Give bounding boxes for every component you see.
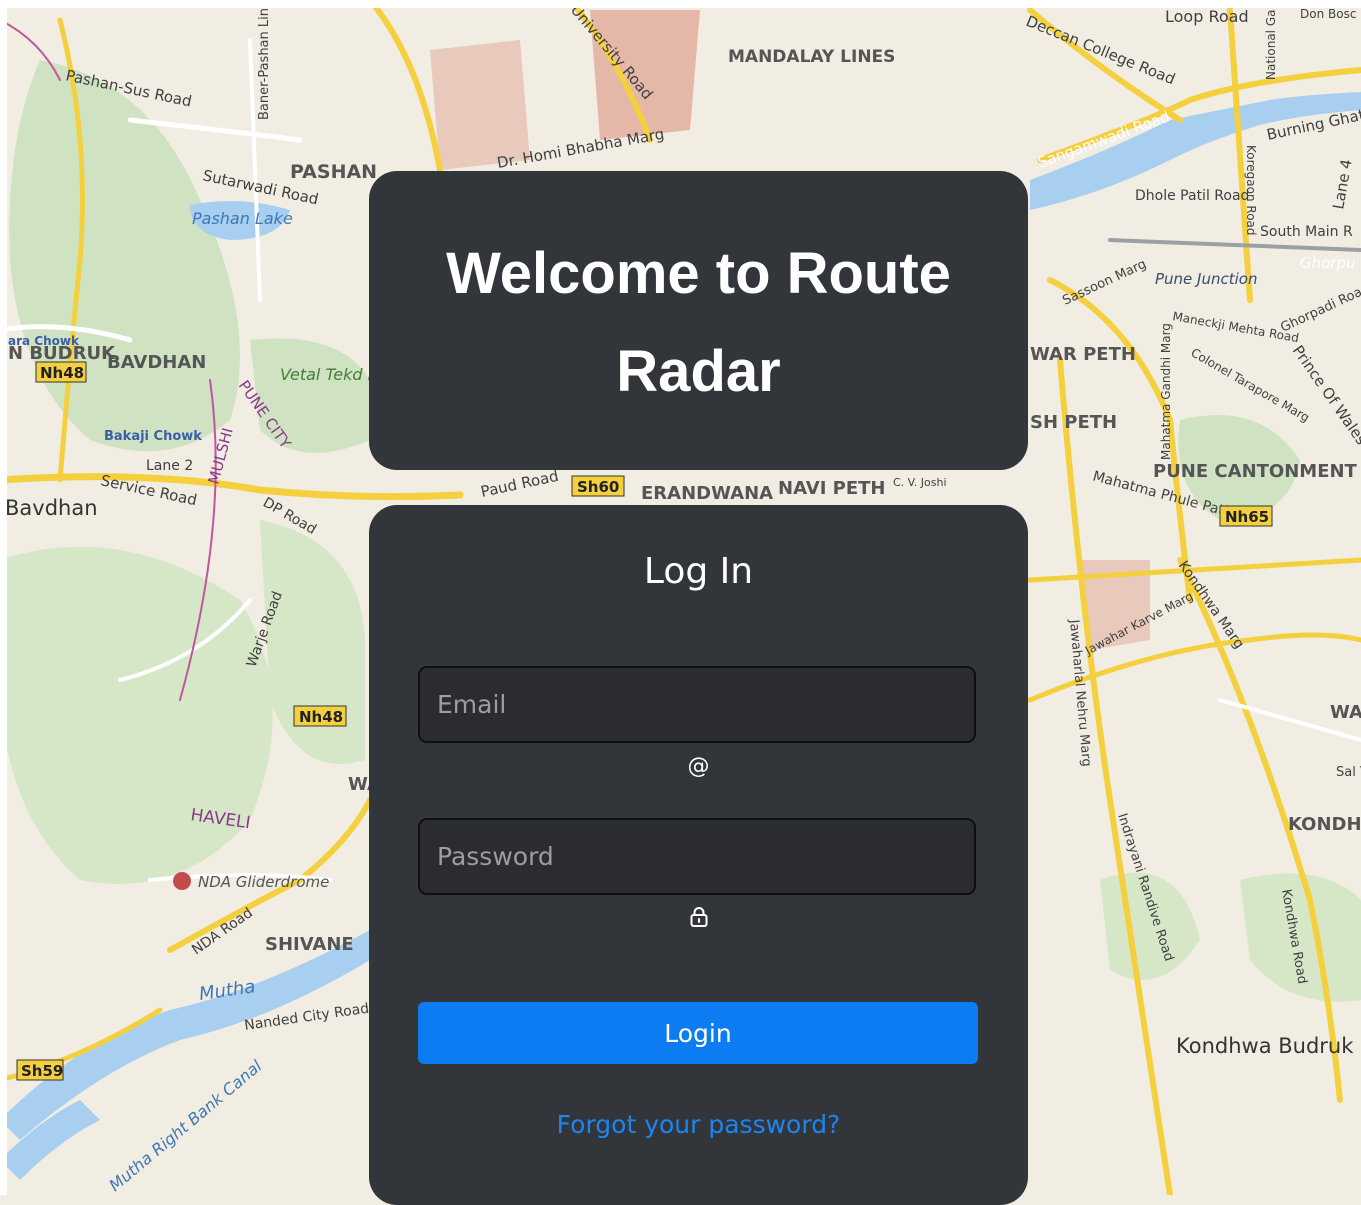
map-label: Bavdhan	[5, 496, 98, 520]
login-button[interactable]: Login	[418, 1002, 978, 1064]
map-label: N BUDRUK	[8, 343, 116, 364]
email-field[interactable]	[418, 666, 976, 743]
map-label: Ghorpu	[1300, 254, 1356, 272]
map-label: SH PETH	[1030, 412, 1117, 433]
map-label: MANDALAY LINES	[728, 47, 895, 67]
map-label: PASHAN	[290, 161, 377, 183]
map-label: WA	[1330, 702, 1361, 723]
map-label: Don Bosc Road	[1300, 7, 1361, 21]
forgot-password-link[interactable]: Forgot your password?	[369, 1110, 1028, 1139]
map-label: Sh60	[577, 478, 619, 496]
map-label: South Main R	[1260, 224, 1353, 240]
map-label: Nh48	[40, 364, 84, 382]
map-label: BAVDHAN	[107, 352, 206, 373]
map-label: WAR PETH	[1030, 344, 1136, 365]
frame-edge	[0, 0, 1361, 8]
map-label: Nh48	[299, 708, 343, 726]
map-label: Bakaji Chowk	[104, 429, 202, 444]
login-card: Log In @ Login Forgot your password?	[369, 505, 1028, 1205]
frame-edge	[0, 0, 7, 1195]
map-label: SHIVANE	[265, 934, 354, 955]
at-icon: @	[687, 754, 710, 779]
map-label: ERANDWANA	[641, 483, 773, 504]
map-label: NAVI PETH	[778, 478, 886, 499]
map-label: Sh59	[21, 1062, 63, 1080]
map-label: KONDH	[1288, 814, 1361, 835]
map-label: Loop Road	[1165, 7, 1249, 26]
lock-icon	[369, 906, 1028, 934]
map-label: PUNE CANTONMENT	[1153, 461, 1358, 482]
map-label: C. V. Joshi	[893, 476, 947, 489]
login-heading: Log In	[643, 551, 754, 592]
password-field[interactable]	[418, 818, 976, 895]
map-label: Dhole Patil Road	[1135, 188, 1249, 204]
map-label: Baner-Pashan Link Road	[257, 0, 272, 120]
map-label: National Ga	[1264, 10, 1278, 80]
map-label: Pune Junction	[1155, 270, 1257, 288]
map-label: Mahatma Gandhi Marg	[1159, 323, 1173, 460]
map-label: Pashan Lake	[192, 209, 293, 228]
map-label: Nh65	[1225, 508, 1269, 526]
map-label: Lane 2	[146, 458, 193, 474]
welcome-title: Welcome to Route Radar	[446, 241, 951, 404]
map-label: Sal Viha	[1336, 765, 1361, 780]
map-label: Koregaon Road	[1244, 145, 1258, 236]
map-label: Kondhwa Budruk	[1176, 1034, 1354, 1058]
welcome-card: Welcome to Route Radar	[369, 171, 1028, 470]
map-label: NDA Gliderdrome	[198, 873, 329, 891]
